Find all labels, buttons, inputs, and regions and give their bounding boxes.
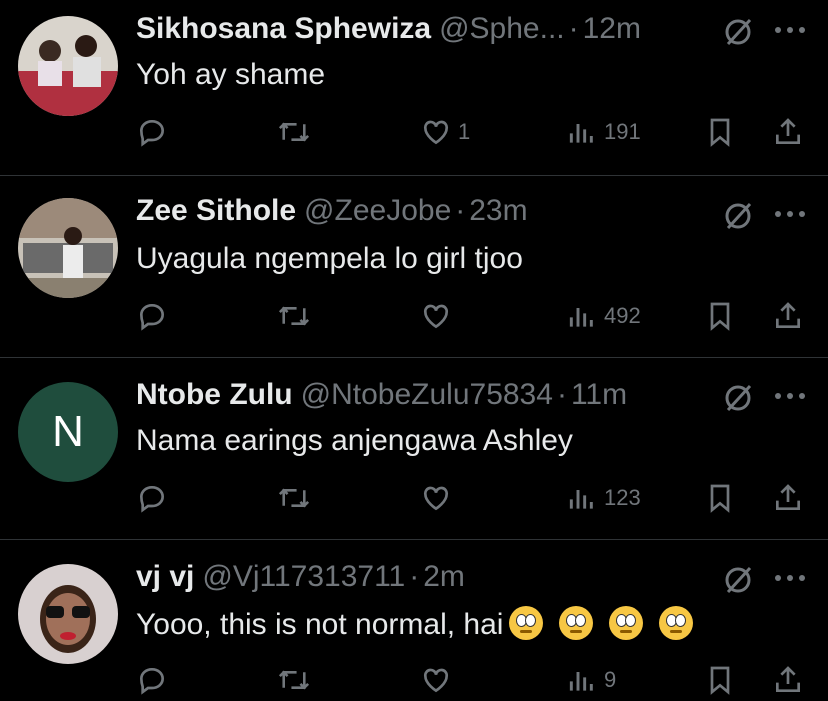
reply-button[interactable] xyxy=(136,660,168,700)
like-button[interactable]: 1 xyxy=(420,112,470,152)
tweet[interactable]: N Ntobe Zulu @NtobeZulu75834 · 11m Nama … xyxy=(0,358,828,539)
share-icon xyxy=(776,302,800,328)
author-name[interactable]: Ntobe Zulu xyxy=(136,378,293,412)
reply-button[interactable] xyxy=(136,478,168,518)
retweet-icon xyxy=(278,306,310,326)
reply-icon xyxy=(139,485,165,513)
more-icon[interactable] xyxy=(772,204,808,229)
more-icon[interactable] xyxy=(772,20,808,45)
action-bar: 9 xyxy=(0,660,828,700)
separator-dot: · xyxy=(455,194,466,227)
views-button[interactable]: 191 xyxy=(566,112,641,152)
author-name[interactable]: Zee Sithole xyxy=(136,194,296,228)
retweet-icon xyxy=(278,122,310,142)
grok-slash-icon[interactable] xyxy=(720,562,756,603)
like-button[interactable] xyxy=(420,296,458,336)
separator-dot: · xyxy=(568,12,579,45)
views-icon xyxy=(569,124,593,143)
reply-icon xyxy=(139,667,165,695)
share-icon xyxy=(776,666,800,692)
author-handle[interactable]: @Sphe... xyxy=(439,12,565,46)
retweet-button[interactable] xyxy=(276,660,312,700)
grok-slash-icon[interactable] xyxy=(720,198,756,239)
views-icon xyxy=(569,672,593,691)
like-icon xyxy=(423,120,449,145)
tweet-text: Yooo, this is not normal, hai xyxy=(136,606,694,642)
action-bar: 123 xyxy=(0,478,828,518)
tweet-text: Uyagula ngempela lo girl tjoo xyxy=(136,242,523,275)
view-count: 492 xyxy=(604,303,641,328)
tweet[interactable]: Sikhosana Sphewiza @Sphe... · 12m Yoh ay… xyxy=(0,0,828,175)
view-count: 191 xyxy=(604,119,641,144)
avatar[interactable] xyxy=(18,564,118,664)
share-button[interactable] xyxy=(772,660,804,700)
views-button[interactable]: 123 xyxy=(566,478,641,518)
avatar[interactable]: N xyxy=(18,382,118,482)
face-with-rolling-eyes-icon xyxy=(559,606,594,640)
view-count: 9 xyxy=(604,667,617,692)
reply-icon xyxy=(139,119,165,147)
tweet[interactable]: vj vj @Vj117313711 · 2m Yooo, this is no… xyxy=(0,540,828,701)
tweet[interactable]: Zee Sithole @ZeeJobe · 23m Uyagula ngemp… xyxy=(0,176,828,357)
share-button[interactable] xyxy=(772,112,804,152)
face-with-rolling-eyes-icon xyxy=(659,606,694,640)
action-bar: 1 191 xyxy=(0,112,828,152)
author-handle[interactable]: @NtobeZulu75834 xyxy=(301,378,553,412)
tweet-text: Yoh ay shame xyxy=(136,58,326,91)
avatar[interactable] xyxy=(18,16,118,116)
author-handle[interactable]: @Vj117313711 xyxy=(202,560,405,594)
retweet-button[interactable] xyxy=(276,478,312,518)
author-handle[interactable]: @ZeeJobe xyxy=(304,194,451,228)
face-with-rolling-eyes-icon xyxy=(509,606,544,640)
timestamp[interactable]: 2m xyxy=(423,560,465,594)
retweet-icon xyxy=(278,670,310,690)
like-button[interactable] xyxy=(420,660,458,700)
like-button[interactable] xyxy=(420,478,458,518)
share-button[interactable] xyxy=(772,478,804,518)
tweet-text: Nama earings anjengawa Ashley xyxy=(136,424,573,457)
bookmark-button[interactable] xyxy=(704,112,736,152)
avatar-letter: N xyxy=(52,407,84,456)
retweet-button[interactable] xyxy=(276,296,312,336)
retweet-button[interactable] xyxy=(276,112,312,152)
more-icon[interactable] xyxy=(772,568,808,593)
timestamp[interactable]: 11m xyxy=(571,378,627,412)
separator-dot: · xyxy=(556,378,567,411)
bookmark-icon xyxy=(710,118,730,147)
author-name[interactable]: vj vj xyxy=(136,560,194,594)
bookmark-icon xyxy=(710,484,730,513)
like-icon xyxy=(423,304,449,329)
tweet-text-content: Yooo, this is not normal, hai xyxy=(136,608,504,641)
like-count: 1 xyxy=(458,119,471,144)
timestamp[interactable]: 23m xyxy=(469,194,527,228)
retweet-icon xyxy=(278,488,310,508)
bookmark-button[interactable] xyxy=(704,478,736,518)
face-with-rolling-eyes-icon xyxy=(609,606,644,640)
views-button[interactable]: 9 xyxy=(566,660,616,700)
bookmark-button[interactable] xyxy=(704,296,736,336)
separator-dot: · xyxy=(409,560,420,593)
action-bar: 492 xyxy=(0,296,828,336)
reply-button[interactable] xyxy=(136,112,168,152)
avatar[interactable] xyxy=(18,198,118,298)
reply-button[interactable] xyxy=(136,296,168,336)
share-icon xyxy=(776,484,800,510)
bookmark-icon xyxy=(710,302,730,331)
bookmark-icon xyxy=(710,666,730,695)
share-button[interactable] xyxy=(772,296,804,336)
more-icon[interactable] xyxy=(772,386,808,411)
timestamp[interactable]: 12m xyxy=(583,12,641,46)
grok-slash-icon[interactable] xyxy=(720,14,756,55)
like-icon xyxy=(423,668,449,693)
views-button[interactable]: 492 xyxy=(566,296,641,336)
reply-icon xyxy=(139,303,165,331)
bookmark-button[interactable] xyxy=(704,660,736,700)
author-name[interactable]: Sikhosana Sphewiza xyxy=(136,12,431,46)
views-icon xyxy=(569,308,593,327)
like-icon xyxy=(423,486,449,511)
view-count: 123 xyxy=(604,485,641,510)
grok-slash-icon[interactable] xyxy=(720,380,756,421)
views-icon xyxy=(569,490,593,509)
share-icon xyxy=(776,118,800,144)
